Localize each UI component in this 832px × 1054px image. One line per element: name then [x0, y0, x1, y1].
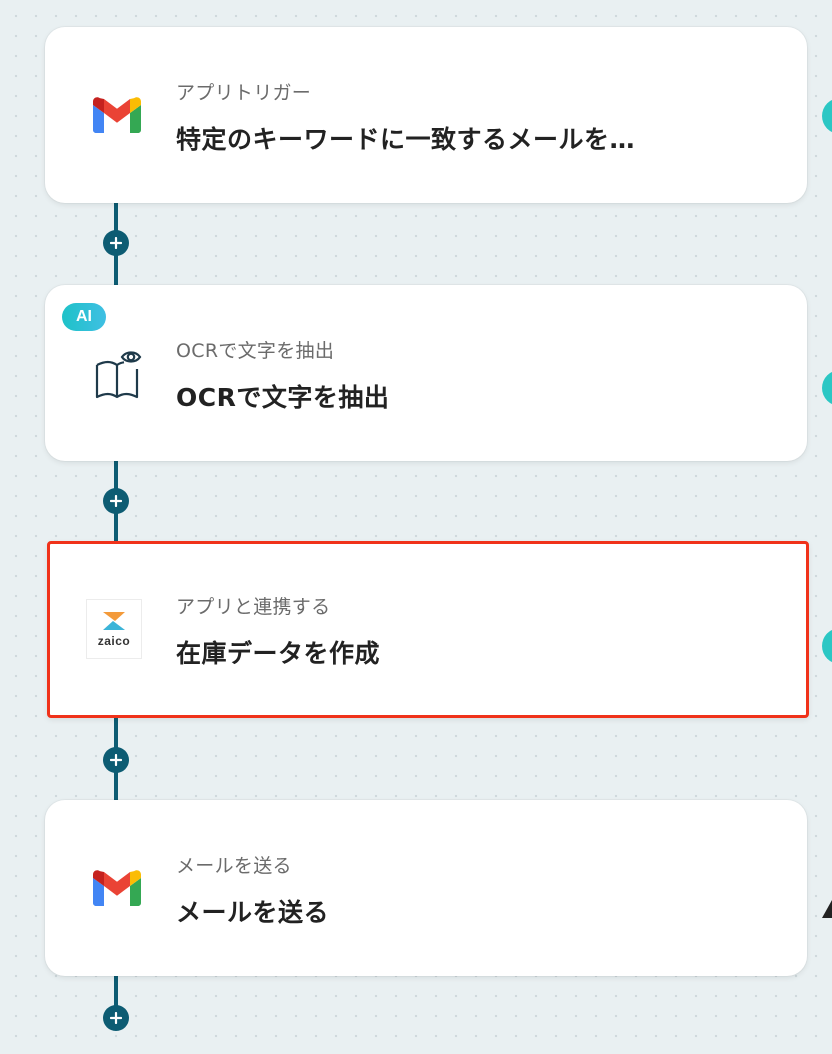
step-status-dot[interactable] [822, 98, 832, 134]
step-status-dot[interactable] [822, 628, 832, 664]
warning-icon[interactable] [822, 898, 832, 920]
step-type-label: アプリトリガー [176, 82, 312, 104]
add-step-button[interactable] [103, 1005, 129, 1031]
gmail-icon [89, 87, 145, 143]
flow-step-zaico[interactable]: zaico アプリと連携する 在庫データを作成 [47, 541, 809, 718]
plus-icon [110, 237, 122, 249]
flow-canvas: アプリトリガー 特定のキーワードに一致するメールを… OCRで文字を抽出 OCR… [0, 0, 832, 1054]
step-title: メールを送る [176, 898, 330, 927]
step-title: OCRで文字を抽出 [176, 383, 390, 412]
ocr-book-eye-icon [89, 345, 145, 401]
gmail-icon [89, 860, 145, 916]
step-title: 在庫データを作成 [176, 639, 381, 668]
add-step-button[interactable] [103, 488, 129, 514]
flow-step-gmail-trigger[interactable]: アプリトリガー 特定のキーワードに一致するメールを… [45, 27, 807, 203]
zaico-mark-icon [103, 612, 125, 630]
step-type-label: メールを送る [176, 855, 292, 877]
plus-icon [110, 495, 122, 507]
step-status-dot[interactable] [822, 370, 832, 406]
ai-badge: AI [62, 303, 106, 331]
step-type-label: アプリと連携する [176, 596, 331, 618]
zaico-logo-text: zaico [97, 634, 131, 648]
step-title: 特定のキーワードに一致するメールを… [176, 125, 636, 154]
flow-step-gmail-send[interactable]: メールを送る メールを送る [45, 800, 807, 976]
plus-icon [110, 754, 122, 766]
flow-step-ocr[interactable]: OCRで文字を抽出 OCRで文字を抽出 [45, 285, 807, 461]
add-step-button[interactable] [103, 747, 129, 773]
add-step-button[interactable] [103, 230, 129, 256]
plus-icon [110, 1012, 122, 1024]
step-type-label: OCRで文字を抽出 [176, 340, 335, 362]
zaico-logo: zaico [86, 599, 142, 659]
